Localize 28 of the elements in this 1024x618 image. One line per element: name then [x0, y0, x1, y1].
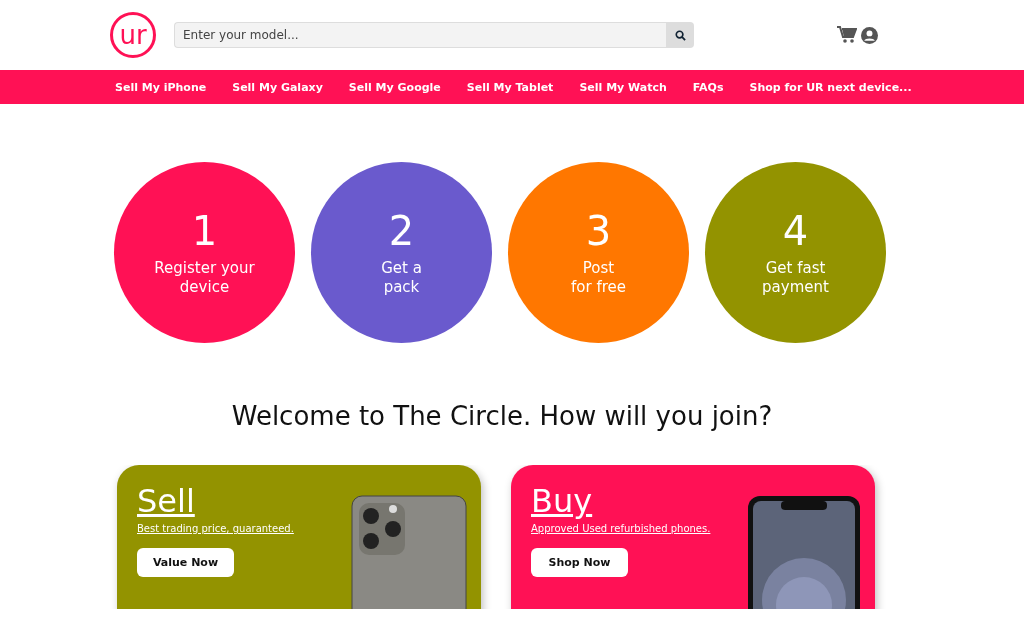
search-button[interactable]	[666, 22, 694, 48]
card-title[interactable]: Buy	[531, 481, 593, 521]
step-label: Register your device	[154, 258, 255, 297]
card-button[interactable]: Shop Now	[531, 548, 628, 577]
step-number: 2	[388, 208, 415, 253]
step-label: Get fast payment	[762, 258, 829, 297]
shop-link[interactable]: Shop for UR next device...	[749, 80, 912, 94]
step-number: 3	[585, 208, 612, 253]
card-title[interactable]: Sell	[137, 481, 195, 521]
nav-link[interactable]: Sell My Google	[348, 80, 441, 94]
step-number: 1	[191, 208, 218, 253]
cart-icon[interactable]	[837, 26, 857, 44]
card-subtitle[interactable]: Best trading price, guaranteed.	[137, 523, 294, 534]
search-icon	[674, 29, 686, 41]
search-field[interactable]: Enter your model...	[174, 22, 666, 48]
card-subtitle[interactable]: Approved Used refurbished phones.	[531, 523, 711, 534]
nav-link[interactable]: Sell My Galaxy	[232, 80, 323, 94]
nav-link[interactable]: Sell My Tablet	[466, 80, 554, 94]
step-label: Get a pack	[381, 258, 422, 297]
card-button[interactable]: Value Now	[137, 548, 234, 577]
user-icon[interactable]	[861, 26, 878, 44]
step-label: Post for free	[571, 258, 626, 297]
nav-link[interactable]: Sell My iPhone	[115, 80, 207, 94]
logo[interactable]: ur	[110, 12, 156, 58]
step-number: 4	[782, 208, 809, 253]
nav-link[interactable]: Sell My Watch	[579, 80, 667, 94]
nav-link[interactable]: FAQs	[692, 80, 724, 94]
page-heading: Welcome to The Circle. How will you join?	[230, 401, 774, 431]
